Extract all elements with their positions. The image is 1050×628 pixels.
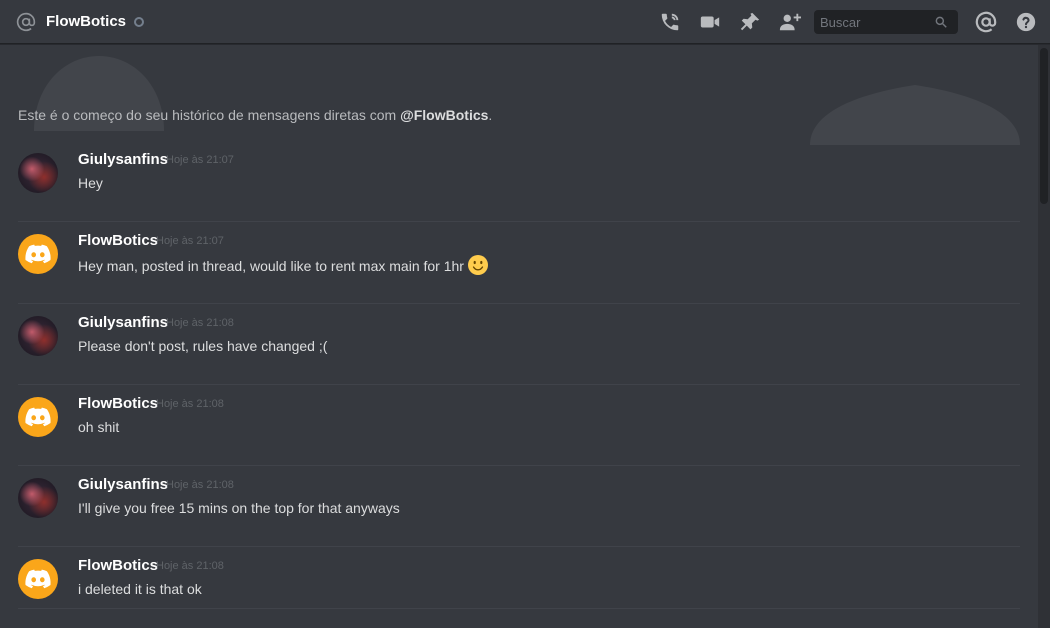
discord-watermark-icon — [810, 65, 1020, 149]
message-item: Giulysanfins Hoje às 21:08 I'll give you… — [18, 466, 1020, 547]
message-author[interactable]: FlowBotics — [78, 232, 158, 249]
message-timestamp: Hoje às 21:08 — [166, 317, 234, 329]
avatar[interactable] — [18, 153, 58, 193]
scrollbar-thumb[interactable] — [1040, 48, 1048, 204]
message-text: Please don't post, rules have changed ;( — [78, 338, 328, 354]
avatar[interactable] — [18, 397, 58, 437]
message-item: FlowBotics Hoje às 21:08 oh shit — [18, 385, 1020, 466]
toolbar — [658, 0, 1050, 44]
message-item: FlowBotics Hoje às 21:07 Hey man, posted… — [18, 222, 1020, 304]
discord-logo-icon — [25, 244, 51, 264]
help-icon[interactable] — [1014, 10, 1038, 34]
avatar[interactable] — [18, 478, 58, 518]
discord-logo-icon — [25, 407, 51, 427]
message-text: i deleted it is that ok — [78, 581, 202, 597]
message-author[interactable]: Giulysanfins — [78, 476, 168, 493]
avatar[interactable] — [18, 316, 58, 356]
message-timestamp: Hoje às 21:08 — [156, 398, 224, 410]
avatar[interactable] — [18, 234, 58, 274]
message-text: oh shit — [78, 419, 120, 435]
add-friend-icon[interactable] — [778, 10, 802, 34]
video-icon[interactable] — [698, 10, 722, 34]
message-timestamp: Hoje às 21:07 — [166, 154, 234, 166]
message-item: FlowBotics Hoje às 21:08 i deleted it is… — [18, 547, 1020, 609]
channel-title: FlowBotics — [46, 13, 127, 30]
mention-icon[interactable] — [974, 10, 998, 34]
message-text: Hey — [78, 175, 103, 191]
search-input[interactable] — [814, 14, 930, 30]
message-content: Hey man, posted in thread, would like to… — [78, 254, 489, 276]
dm-intro-text: Este é o começo do seu histórico de mens… — [18, 107, 493, 123]
message-item: Giulysanfins Hoje às 21:07 Hey — [18, 141, 1020, 222]
message-timestamp: Hoje às 21:08 — [156, 560, 224, 572]
phone-call-icon[interactable] — [658, 10, 682, 34]
message-author[interactable]: Giulysanfins — [78, 151, 168, 168]
search-icon — [934, 14, 950, 30]
message-author[interactable]: Giulysanfins — [78, 314, 168, 331]
message-timestamp: Hoje às 21:08 — [166, 479, 234, 491]
message-author[interactable]: FlowBotics — [78, 557, 158, 574]
message-author[interactable]: FlowBotics — [78, 395, 158, 412]
dm-handle: @FlowBotics — [400, 107, 489, 123]
avatar[interactable] — [18, 559, 58, 599]
message-timestamp: Hoje às 21:07 — [156, 235, 224, 247]
at-sign-icon — [16, 12, 36, 32]
message-text: Hey man, posted in thread, would like to… — [78, 258, 464, 274]
slightly-smiling-face-icon[interactable] — [467, 254, 489, 276]
discord-logo-icon — [25, 569, 51, 589]
status-offline-icon — [134, 17, 145, 27]
pin-icon[interactable] — [738, 10, 762, 34]
message-list[interactable]: Este é o começo do seu histórico de mens… — [0, 45, 1038, 628]
message-text: I'll give you free 15 mins on the top fo… — [78, 500, 400, 516]
search-box[interactable] — [814, 10, 958, 34]
message-item: Giulysanfins Hoje às 21:08 Please don't … — [18, 304, 1020, 385]
channel-header: FlowBotics — [0, 0, 1050, 44]
